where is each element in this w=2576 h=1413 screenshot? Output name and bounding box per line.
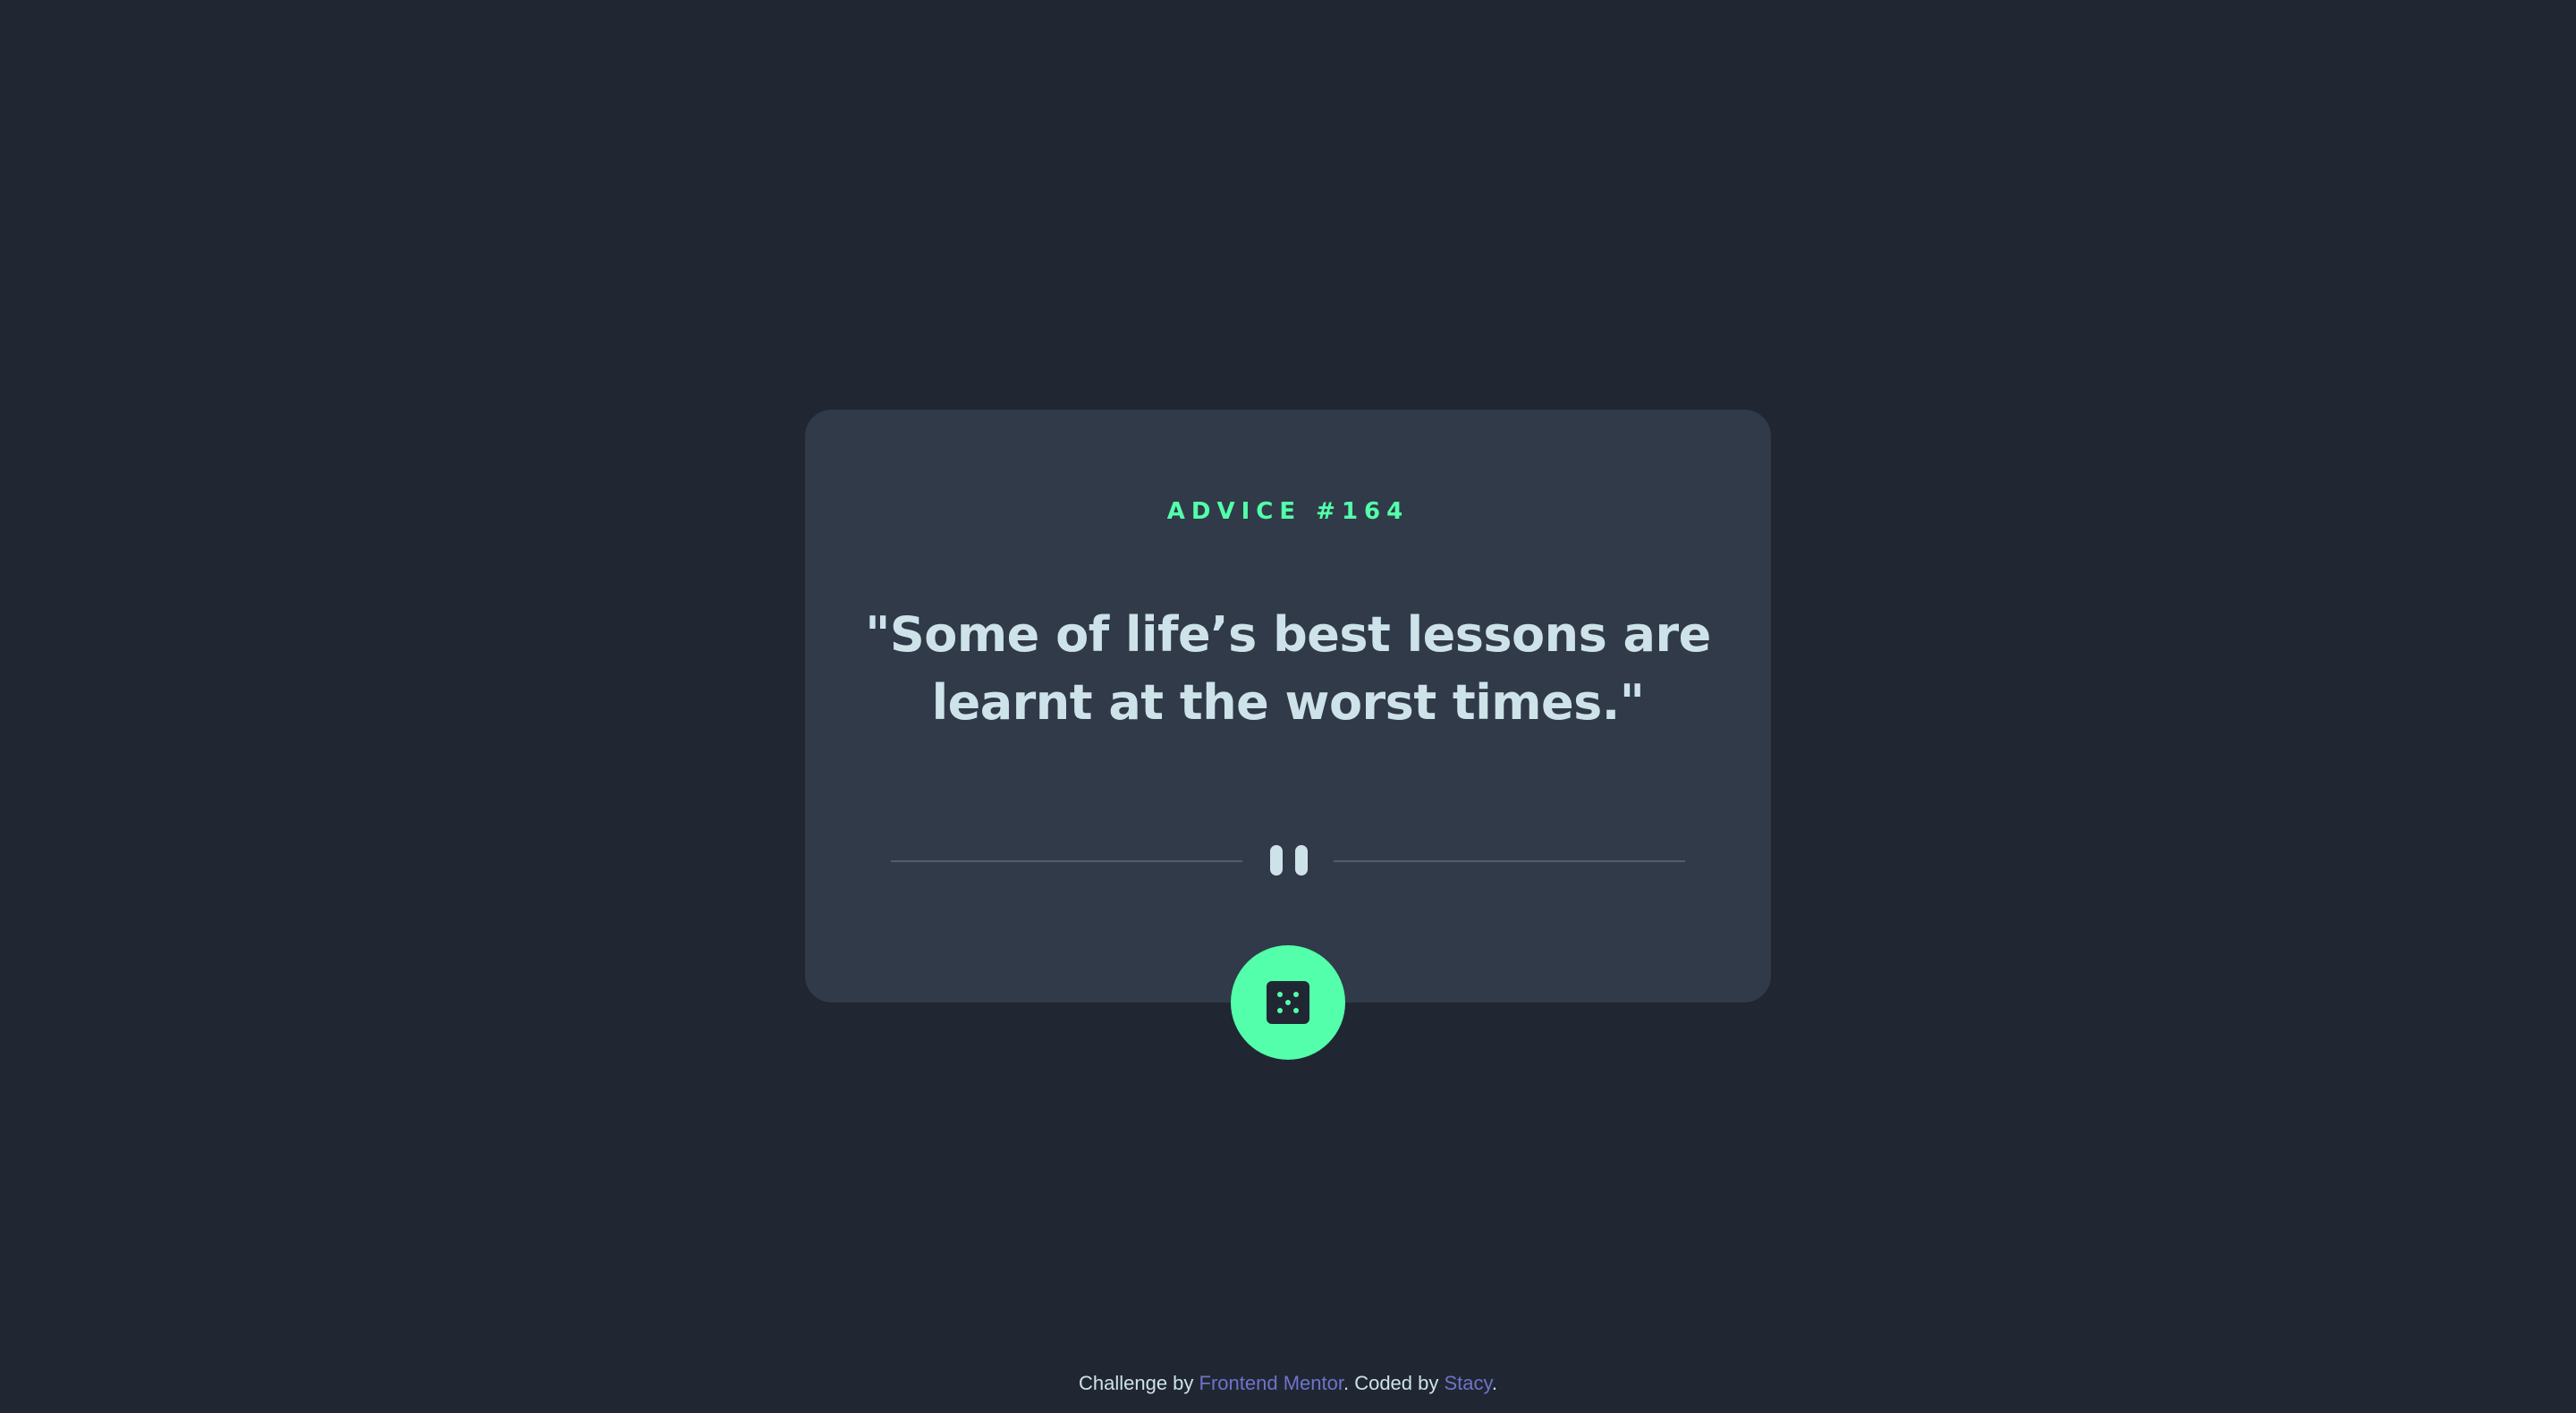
author-link[interactable]: Stacy — [1444, 1372, 1491, 1394]
advice-quote: "Some of life’s best lessons are learnt … — [865, 606, 1711, 731]
attribution-footer: Challenge by Frontend Mentor. Coded by S… — [0, 1370, 2576, 1397]
pause-bar-right — [1295, 845, 1308, 876]
footer-middle: . Coded by — [1343, 1372, 1445, 1394]
page: ADVICE #164 "Some of life’s best lessons… — [0, 0, 2576, 1413]
dice-icon — [1267, 981, 1309, 1024]
pause-icon — [1270, 845, 1308, 876]
advice-id-label: ADVICE #164 — [1166, 498, 1410, 525]
pattern-divider — [891, 841, 1685, 880]
footer-suffix: . — [1491, 1372, 1497, 1394]
divider-line-left — [891, 860, 1242, 862]
divider-line-right — [1334, 860, 1685, 862]
footer-prefix: Challenge by — [1078, 1372, 1199, 1394]
frontend-mentor-link[interactable]: Frontend Mentor — [1199, 1372, 1343, 1394]
generate-advice-button[interactable] — [1231, 945, 1345, 1060]
pause-bar-left — [1270, 845, 1283, 876]
